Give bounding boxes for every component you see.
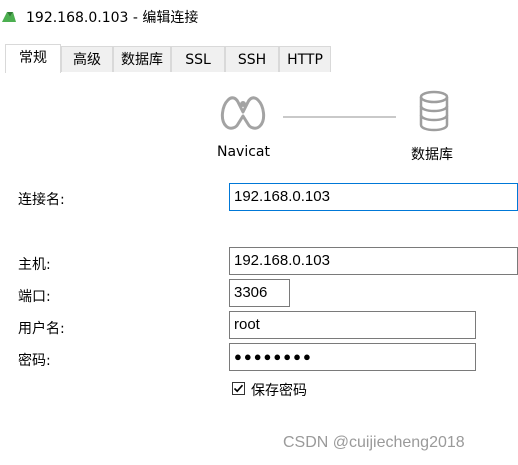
window-title: 192.168.0.103 - 编辑连接 xyxy=(26,10,199,26)
navicat-app-icon xyxy=(2,12,16,22)
title-bar: 192.168.0.103 - 编辑连接 xyxy=(0,0,518,36)
username-label: 用户名: xyxy=(18,321,65,337)
host-input[interactable]: 192.168.0.103 xyxy=(229,247,518,275)
save-password-checkbox[interactable] xyxy=(232,382,245,395)
navicat-logo-icon xyxy=(220,96,266,130)
connector-line xyxy=(283,116,396,118)
checkmark-icon xyxy=(233,384,244,393)
connection-name-input[interactable]: 192.168.0.103 xyxy=(229,183,518,211)
tab-ssh[interactable]: SSH xyxy=(225,46,279,72)
password-input[interactable]: ●●●●●●●● xyxy=(229,343,476,371)
tab-http[interactable]: HTTP xyxy=(279,46,331,72)
database-icon xyxy=(419,90,449,132)
tab-bar: 常规 高级 数据库 SSL SSH HTTP xyxy=(0,44,518,73)
host-label: 主机: xyxy=(18,257,51,273)
password-label: 密码: xyxy=(18,353,51,369)
port-label: 端口: xyxy=(18,289,51,305)
port-input[interactable]: 3306 xyxy=(229,279,290,307)
watermark-text: CSDN @cuijiecheng2018 xyxy=(283,434,465,451)
tab-advanced[interactable]: 高级 xyxy=(61,46,113,72)
save-password-label[interactable]: 保存密码 xyxy=(251,380,307,400)
tab-ssl[interactable]: SSL xyxy=(171,46,225,72)
navicat-caption: Navicat xyxy=(217,144,270,160)
connection-name-label: 连接名: xyxy=(18,192,65,208)
general-panel: Navicat 数据库 连接名: 192.168.0.103 主机: 192.1… xyxy=(0,72,518,465)
tab-general[interactable]: 常规 xyxy=(5,44,61,73)
tab-databases[interactable]: 数据库 xyxy=(113,46,171,72)
username-input[interactable]: root xyxy=(229,311,476,339)
database-caption: 数据库 xyxy=(411,147,453,163)
